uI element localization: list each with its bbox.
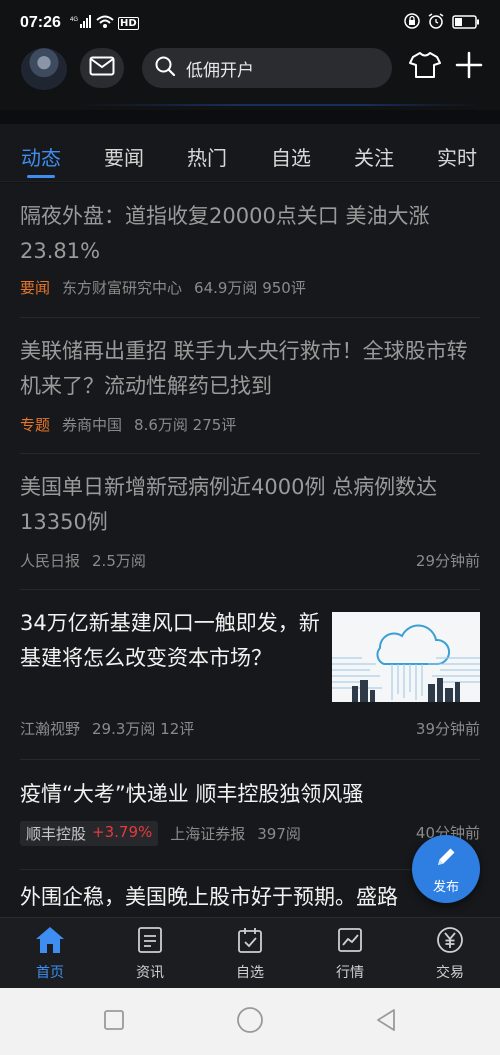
search-placeholder: 低佣开户 <box>186 60 254 81</box>
item-stats: 2.5万阅 <box>92 552 146 570</box>
add-button[interactable] <box>452 50 486 84</box>
header-divider <box>80 104 480 106</box>
avatar[interactable] <box>21 48 67 90</box>
svg-text:4G: 4G <box>70 17 78 23</box>
status-time: 07:26 <box>20 14 61 31</box>
mail-button[interactable] <box>80 48 124 88</box>
lock-rotation-icon <box>404 13 420 33</box>
theme-button[interactable] <box>408 50 442 84</box>
nav-market[interactable]: 行情 <box>310 926 390 982</box>
nav-home[interactable]: 首页 <box>10 926 90 982</box>
stock-name: 顺丰控股 <box>26 825 87 843</box>
item-title: 美联储再出重招 联手九大央行救市！全球股市转机来了？流动性解药已找到 <box>20 339 468 398</box>
item-source: 人民日报 <box>20 552 81 570</box>
trade-icon <box>410 926 490 958</box>
home-system-button[interactable] <box>236 1006 264 1038</box>
item-title: 隔夜外盘：道指收复20000点关口 美油大涨23.81% <box>20 204 430 263</box>
tab-headlines[interactable]: 要闻 <box>104 142 144 171</box>
item-stats: 397阅 <box>257 825 301 843</box>
status-bar: 07:26 4G HD <box>0 0 500 48</box>
header: 低佣开户 <box>0 48 500 104</box>
nav-home-label: 首页 <box>36 965 64 981</box>
bottom-nav: 首页 资讯 自选 行情 交易 <box>0 917 500 988</box>
item-stats: 29.3万阅 12评 <box>92 720 195 738</box>
search-bar[interactable]: 低佣开户 <box>142 48 392 88</box>
nav-news[interactable]: 资讯 <box>110 926 190 982</box>
item-title: 34万亿新基建风口一触即发，新基建将怎么改变资本市场？ <box>20 611 320 670</box>
item-tag: 要闻 <box>20 279 51 297</box>
status-right <box>404 13 480 33</box>
nav-market-label: 行情 <box>336 965 364 981</box>
mail-icon <box>89 56 115 80</box>
item-meta: 顺丰控股 +3.79% 上海证券报 397阅 <box>20 821 301 846</box>
tab-hot[interactable]: 热门 <box>187 142 227 171</box>
stock-change: +3.79% <box>92 823 153 841</box>
tab-watchlist[interactable]: 自选 <box>271 142 311 171</box>
item-meta: 要闻 东方财富研究中心 64.9万阅 950评 <box>20 277 306 298</box>
hd-icon: HD <box>118 16 139 30</box>
triangle-back-icon <box>374 1008 398 1036</box>
item-title: 疫情“大考”快递业 顺丰控股独领风骚 <box>20 782 364 806</box>
alarm-icon <box>428 13 444 33</box>
nav-news-label: 资讯 <box>136 965 164 981</box>
item-title: 美国单日新增新冠病例近4000例 总病例数达13350例 <box>20 475 438 534</box>
item-source: 上海证券报 <box>170 825 246 843</box>
watchlist-icon <box>210 926 290 958</box>
item-thumbnail <box>332 612 480 702</box>
tab-bar: 动态 要闻 热门 自选 关注 实时 <box>0 124 500 182</box>
item-stats: 8.6万阅 275评 <box>134 416 237 434</box>
search-icon <box>154 55 176 81</box>
item-meta: 专题 券商中国 8.6万阅 275评 <box>20 414 236 435</box>
item-tag: 专题 <box>20 416 51 434</box>
stock-tag[interactable]: 顺丰控股 +3.79% <box>20 821 159 846</box>
publish-button[interactable]: 发布 <box>412 835 480 903</box>
pen-icon <box>433 844 459 874</box>
system-nav-bar <box>0 988 500 1055</box>
feed-item[interactable]: 34万亿新基建风口一触即发，新基建将怎么改变资本市场？ 江瀚视野 29.3万阅 … <box>0 590 500 760</box>
news-feed: 隔夜外盘：道指收复20000点关口 美油大涨23.81% 要闻 东方财富研究中心… <box>0 183 500 917</box>
home-icon <box>10 926 90 958</box>
feed-item[interactable]: 隔夜外盘：道指收复20000点关口 美油大涨23.81% 要闻 东方财富研究中心… <box>0 183 500 318</box>
item-source: 券商中国 <box>62 416 123 434</box>
feed-item[interactable]: 美联储再出重招 联手九大央行救市！全球股市转机来了？流动性解药已找到 专题 券商… <box>0 318 500 454</box>
signal-icon: 4G <box>70 14 92 33</box>
tab-dynamic[interactable]: 动态 <box>21 142 61 171</box>
circle-icon <box>236 1006 264 1038</box>
market-icon <box>310 926 390 958</box>
tab-realtime[interactable]: 实时 <box>437 142 477 171</box>
wifi-icon <box>96 14 114 33</box>
nav-watchlist-label: 自选 <box>236 965 264 981</box>
battery-icon <box>452 14 480 33</box>
item-source: 江瀚视野 <box>20 720 81 738</box>
feed-item[interactable]: 美国单日新增新冠病例近4000例 总病例数达13350例 人民日报 2.5万阅 … <box>0 454 500 590</box>
recent-apps-button[interactable] <box>100 1008 128 1036</box>
square-icon <box>103 1009 125 1035</box>
item-time: 39分钟前 <box>415 720 480 738</box>
plus-icon <box>455 51 483 83</box>
item-stats: 64.9万阅 950评 <box>194 279 306 297</box>
item-source: 东方财富研究中心 <box>62 279 183 297</box>
section-gap <box>0 110 500 124</box>
tshirt-icon <box>409 51 441 83</box>
network-indicator: 4G HD <box>70 14 139 32</box>
item-meta: 江瀚视野 29.3万阅 12评 <box>20 718 194 739</box>
active-tab-indicator <box>27 175 55 178</box>
news-icon <box>110 926 190 958</box>
back-button[interactable] <box>372 1008 400 1036</box>
tab-following[interactable]: 关注 <box>354 142 394 171</box>
item-meta: 人民日报 2.5万阅 <box>20 550 146 571</box>
nav-watchlist[interactable]: 自选 <box>210 926 290 982</box>
publish-label: 发布 <box>432 879 459 895</box>
nav-trade-label: 交易 <box>436 965 464 981</box>
nav-trade[interactable]: 交易 <box>410 926 490 982</box>
item-time: 29分钟前 <box>415 552 480 570</box>
item-title: 外围企稳，美国晚上股市好于预期。盛路 <box>20 885 398 909</box>
